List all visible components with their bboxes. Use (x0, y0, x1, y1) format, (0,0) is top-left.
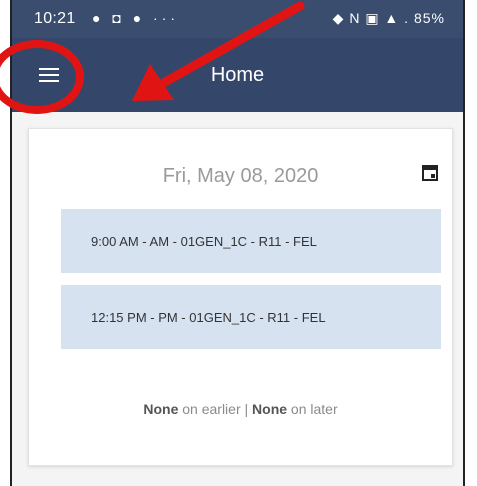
selected-date: Fri, May 08, 2020 (162, 165, 319, 187)
system-icons: ◆ N ▣ ▲ . 85% (333, 10, 445, 27)
calendar-icon[interactable] (422, 165, 438, 181)
earlier-text: on earlier | (178, 401, 253, 417)
earlier-count: None (143, 401, 179, 417)
earlier-later-summary: None on earlier | None on later (29, 401, 452, 417)
event-item[interactable]: 9:00 AM - AM - 01GEN_1C - R11 - FEL (61, 209, 441, 273)
status-bar: 10:21 ● ◘ ● ··· ◆ N ▣ ▲ . 85% (12, 0, 463, 38)
event-label: 12:15 PM - PM - 01GEN_1C - R11 - FEL (91, 309, 326, 325)
notification-icons: ● ◘ ● ··· (92, 10, 180, 26)
event-label: 9:00 AM - AM - 01GEN_1C - R11 - FEL (91, 233, 317, 249)
later-text: on later (287, 401, 338, 417)
schedule-card: Fri, May 08, 2020 9:00 AM - AM - 01GEN_1… (28, 128, 453, 466)
signal-icons: ◆ N ▣ ▲ . (332, 10, 410, 26)
status-time: 10:21 (34, 10, 76, 27)
battery-level: 85% (413, 10, 445, 26)
event-item[interactable]: 12:15 PM - PM - 01GEN_1C - R11 - FEL (61, 285, 441, 349)
later-count: None (252, 401, 288, 417)
